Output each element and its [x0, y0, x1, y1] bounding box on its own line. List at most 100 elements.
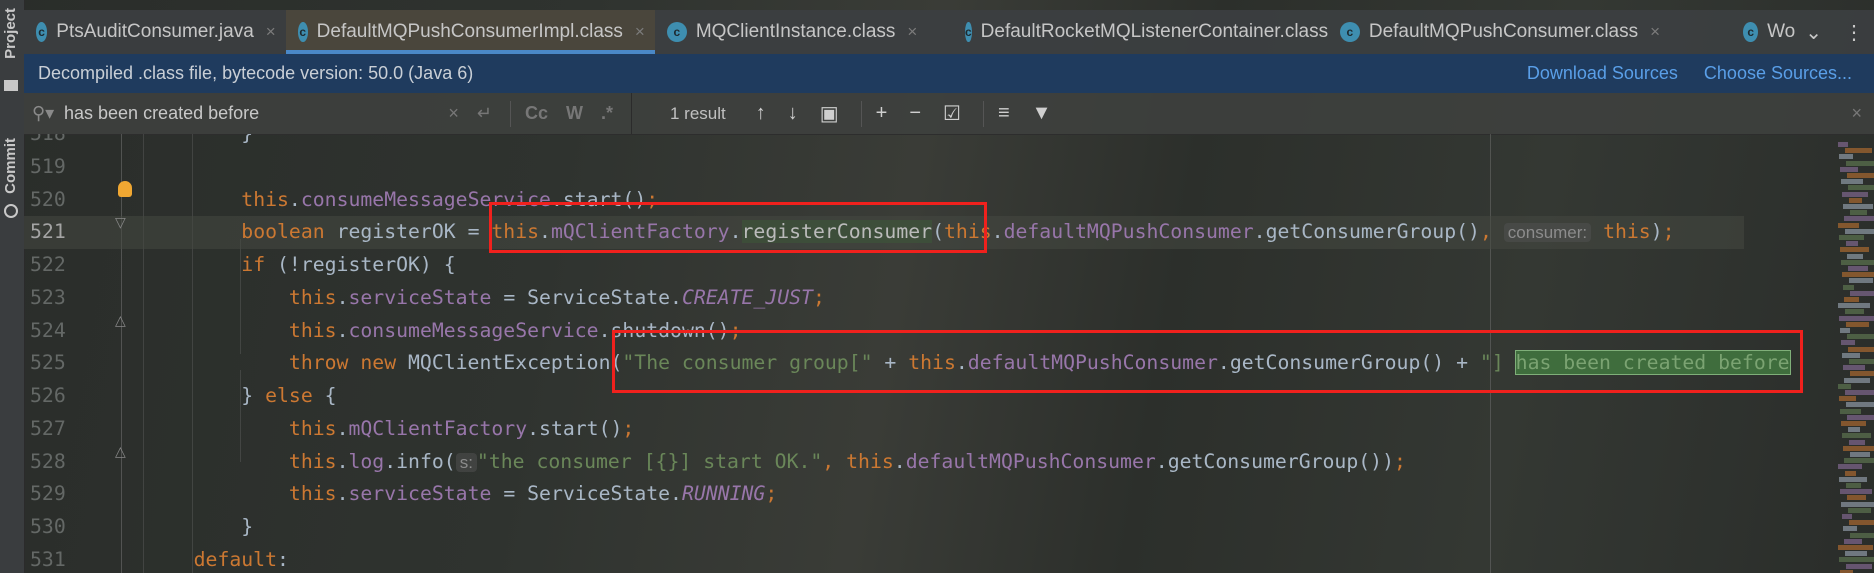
minimap-line: [1844, 538, 1862, 544]
close-tab-icon[interactable]: ×: [266, 22, 276, 42]
download-sources-link[interactable]: Download Sources: [1527, 63, 1678, 84]
class-icon: c: [1743, 22, 1759, 42]
code-token: ): [1650, 220, 1663, 244]
code-token: this: [846, 449, 894, 473]
annotation-box: [612, 330, 1803, 393]
line-number: 528: [30, 449, 66, 473]
tab-label: PtsAuditConsumer.java: [56, 21, 254, 42]
next-occurrence-icon[interactable]: ↓: [788, 102, 798, 125]
close-search-icon[interactable]: ×: [1851, 103, 1862, 124]
code-token: MQClientException(: [408, 351, 623, 375]
annotation-box: [489, 202, 987, 253]
more-vertical-icon[interactable]: ⋮: [1844, 20, 1864, 45]
code-line[interactable]: 518 }: [24, 134, 1874, 151]
project-tool-button[interactable]: Project: [2, 8, 19, 59]
search-input[interactable]: ⚲▾ has been created before × ↵ Cc W .*: [24, 93, 632, 134]
filter-options-icon[interactable]: ≡: [998, 102, 1010, 125]
minimap-line: [1838, 464, 1862, 470]
tab-defaultmqpushconsumerimpl-class[interactable]: c DefaultMQPushConsumerImpl.class ×: [285, 10, 655, 54]
minimap-line: [1839, 154, 1853, 160]
code-line[interactable]: 528 this.log.info(s: "the consumer [{}] s…: [24, 446, 1874, 479]
code-token: this: [288, 416, 337, 440]
code-token: consumeMessageService: [348, 318, 599, 342]
fold-icon[interactable]: △: [115, 443, 126, 460]
commit-tool-button[interactable]: Commit: [2, 138, 19, 194]
minimap-line: [1845, 309, 1864, 315]
code-line[interactable]: 529 this.serviceState = ServiceState.RUN…: [24, 478, 1874, 511]
previous-occurrence-icon[interactable]: ↑: [756, 102, 766, 125]
minimap-line: [1841, 179, 1863, 185]
select-all-icon[interactable]: ☑: [943, 101, 961, 126]
close-tab-icon[interactable]: ×: [907, 22, 917, 42]
search-icon[interactable]: ⚲▾: [32, 103, 64, 124]
code-minimap[interactable]: [1830, 134, 1874, 573]
clear-icon[interactable]: ×: [448, 103, 459, 124]
class-icon: c: [36, 22, 48, 42]
parameter-hint: consumer:: [1503, 223, 1592, 243]
minimap-line: [1842, 433, 1871, 439]
add-occurrence-icon[interactable]: +: [876, 102, 888, 125]
words-toggle[interactable]: W: [566, 103, 583, 124]
minimap-line: [1838, 383, 1851, 389]
minimap-line: [1841, 421, 1866, 426]
code-line[interactable]: 527 this.mQClientFactory.start();: [24, 413, 1874, 446]
code-token: this: [288, 285, 337, 309]
line-number: 519: [30, 154, 66, 178]
code-token: ,: [822, 449, 847, 473]
filter-icon[interactable]: ▼: [1032, 102, 1052, 125]
code-line[interactable]: 523 this.serviceState = ServiceState.CRE…: [24, 282, 1874, 315]
code-token: boolean: [241, 220, 337, 244]
close-tab-icon[interactable]: ×: [635, 22, 645, 42]
minimap-line: [1839, 476, 1867, 482]
regex-toggle[interactable]: .*: [601, 103, 613, 124]
minimap-line: [1843, 284, 1854, 290]
code-token: this: [288, 449, 337, 473]
tab-defaultmqpushconsumer-class[interactable]: c DefaultMQPushConsumer.class ×: [1328, 10, 1732, 54]
chevron-down-icon[interactable]: ⌄: [1805, 20, 1822, 45]
minimap-line: [1846, 563, 1872, 569]
code-token: .: [336, 482, 349, 506]
fold-icon[interactable]: △: [115, 312, 126, 329]
choose-sources-link[interactable]: Choose Sources...: [1704, 63, 1852, 84]
code-text: } else {: [146, 380, 337, 413]
new-line-icon[interactable]: ↵: [477, 103, 492, 124]
code-text: this.serviceState = ServiceState.RUNNING…: [146, 478, 777, 511]
code-token: ;: [765, 482, 778, 506]
editor-tabs: c PtsAuditConsumer.java × c DefaultMQPushCon…: [24, 10, 1874, 55]
tab-wo[interactable]: c Wo: [1731, 10, 1805, 54]
minimap-line: [1838, 545, 1873, 550]
minimap-line: [1849, 197, 1862, 203]
search-value[interactable]: has been created before: [64, 103, 448, 124]
line-number: 525: [30, 351, 66, 375]
minimap-line: [1850, 452, 1870, 457]
select-all-occurrences-icon[interactable]: ▣: [820, 101, 839, 126]
tab-ptsauditconsumer-java[interactable]: c PtsAuditConsumer.java ×: [24, 10, 286, 54]
minimap-line: [1843, 365, 1865, 371]
remove-occurrence-icon[interactable]: −: [909, 102, 921, 125]
line-number: 523: [30, 285, 66, 309]
minimap-line: [1840, 408, 1861, 414]
tab-defaultrocketmqlistenercontainer-class[interactable]: cDefaultRocketMQListenerContainer.class×: [953, 10, 1328, 54]
code-line[interactable]: 522 if (!registerOK) {: [24, 249, 1874, 282]
fold-icon[interactable]: ▽: [115, 214, 126, 231]
code-line[interactable]: 531 default:: [24, 544, 1874, 573]
minimap-line: [1845, 390, 1874, 395]
minimap-line: [1848, 427, 1860, 433]
code-line[interactable]: 530 }: [24, 511, 1874, 544]
minimap-line: [1843, 204, 1873, 209]
code-token: {: [324, 384, 337, 407]
match-case-toggle[interactable]: Cc: [525, 103, 548, 124]
intention-bulb-icon[interactable]: [118, 181, 132, 197]
close-tab-icon[interactable]: ×: [1650, 22, 1660, 42]
code-token: ,: [1479, 220, 1504, 244]
code-token: default: [193, 547, 278, 571]
code-line[interactable]: 519: [24, 151, 1874, 184]
tab-mqclientinstance-class[interactable]: c MQClientInstance.class ×: [655, 10, 953, 54]
line-number: 527: [30, 416, 66, 440]
code-token: RUNNING: [681, 482, 766, 506]
